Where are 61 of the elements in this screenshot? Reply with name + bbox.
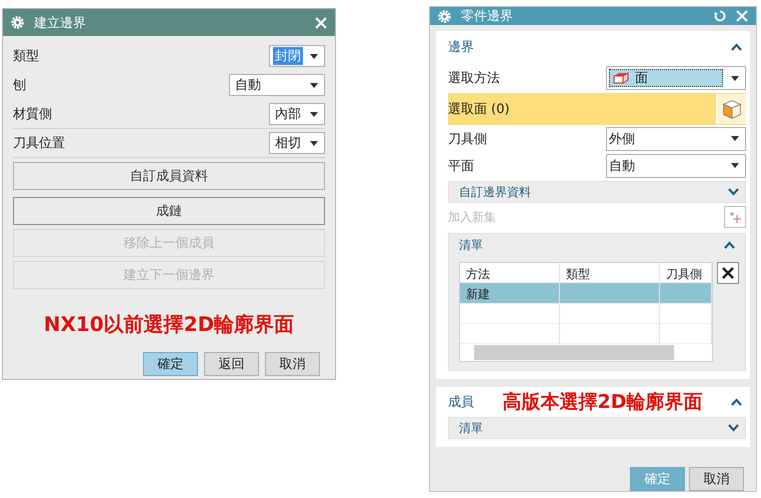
dropdown[interactable]: 自動: [606, 154, 746, 178]
collapse-icon[interactable]: [731, 43, 742, 51]
dropdown[interactable]: 外側: [606, 126, 746, 150]
dropdown[interactable]: 內部: [269, 103, 325, 125]
caret-icon: [310, 82, 318, 88]
subsection-header[interactable]: 自訂邊界資料: [448, 181, 746, 203]
table-row[interactable]: 新建: [460, 283, 712, 304]
collapse-icon[interactable]: [731, 398, 742, 406]
cube-icon[interactable]: [716, 94, 746, 124]
dropdown[interactable]: 相切: [269, 132, 325, 154]
caret-icon: [731, 163, 739, 168]
expand-icon[interactable]: [728, 424, 739, 432]
dropdown-value: 面: [635, 70, 648, 87]
field-label: 選取方法: [448, 70, 500, 87]
dialog-button[interactable]: 確定: [143, 352, 198, 376]
delete-icon: [721, 266, 735, 280]
field-label: 刨: [13, 77, 26, 94]
selection-label: 選取面 (0): [448, 101, 510, 118]
close-icon[interactable]: [315, 16, 327, 28]
delete-button[interactable]: [717, 262, 739, 284]
caret-icon: [310, 140, 318, 146]
field-label: 平面: [448, 158, 474, 174]
field-label: 材質側: [13, 106, 52, 123]
table-cell: 新建: [460, 283, 560, 303]
expand-icon[interactable]: [728, 188, 739, 196]
reset-icon[interactable]: [714, 10, 726, 22]
dialog-button[interactable]: 取消: [689, 467, 744, 491]
subsection-title: 自訂邊界資料: [459, 184, 531, 200]
caret-icon: [310, 112, 318, 116]
collapse-icon[interactable]: [724, 241, 735, 249]
field-label: 刀具位置: [13, 135, 65, 152]
window-title: 零件邊界: [461, 8, 514, 25]
field-label: 類型: [13, 48, 39, 65]
dialog-button[interactable]: 返回: [204, 352, 259, 376]
caret-icon: [731, 76, 739, 80]
annotation-text: NX10以前選擇2D輪廓界面: [44, 311, 294, 338]
action-button[interactable]: 自訂成員資料: [13, 162, 325, 190]
close-icon[interactable]: [736, 10, 748, 22]
add-icon: [728, 210, 742, 224]
field-label: 刀具側: [448, 130, 487, 148]
dropdown[interactable]: 面: [606, 66, 746, 90]
action-button[interactable]: 成鏈: [13, 197, 325, 225]
subsection-header[interactable]: 清單: [448, 417, 746, 439]
subsection-title: 清單: [459, 236, 483, 254]
section-title: 邊界: [448, 39, 474, 56]
dropdown[interactable]: 自動: [229, 74, 325, 96]
settings-icon[interactable]: [11, 16, 24, 29]
field-label: 加入新集: [448, 208, 496, 226]
column-header[interactable]: 方法: [460, 263, 560, 282]
annotation-text: 高版本選擇2D輪廓界面: [502, 390, 702, 415]
column-header[interactable]: 類型: [560, 263, 660, 282]
window-title: 建立邊界: [34, 14, 87, 32]
section-title: 成員: [448, 394, 474, 411]
column-header[interactable]: 刀具側: [660, 263, 712, 282]
selection-row[interactable]: 選取面 (0): [448, 93, 746, 125]
dialog-button[interactable]: 取消: [265, 352, 320, 376]
subsection-title: 清單: [459, 420, 483, 436]
face-icon: [613, 72, 629, 84]
settings-icon[interactable]: [438, 10, 451, 22]
caret-icon: [310, 54, 318, 58]
caret-icon: [731, 136, 739, 141]
